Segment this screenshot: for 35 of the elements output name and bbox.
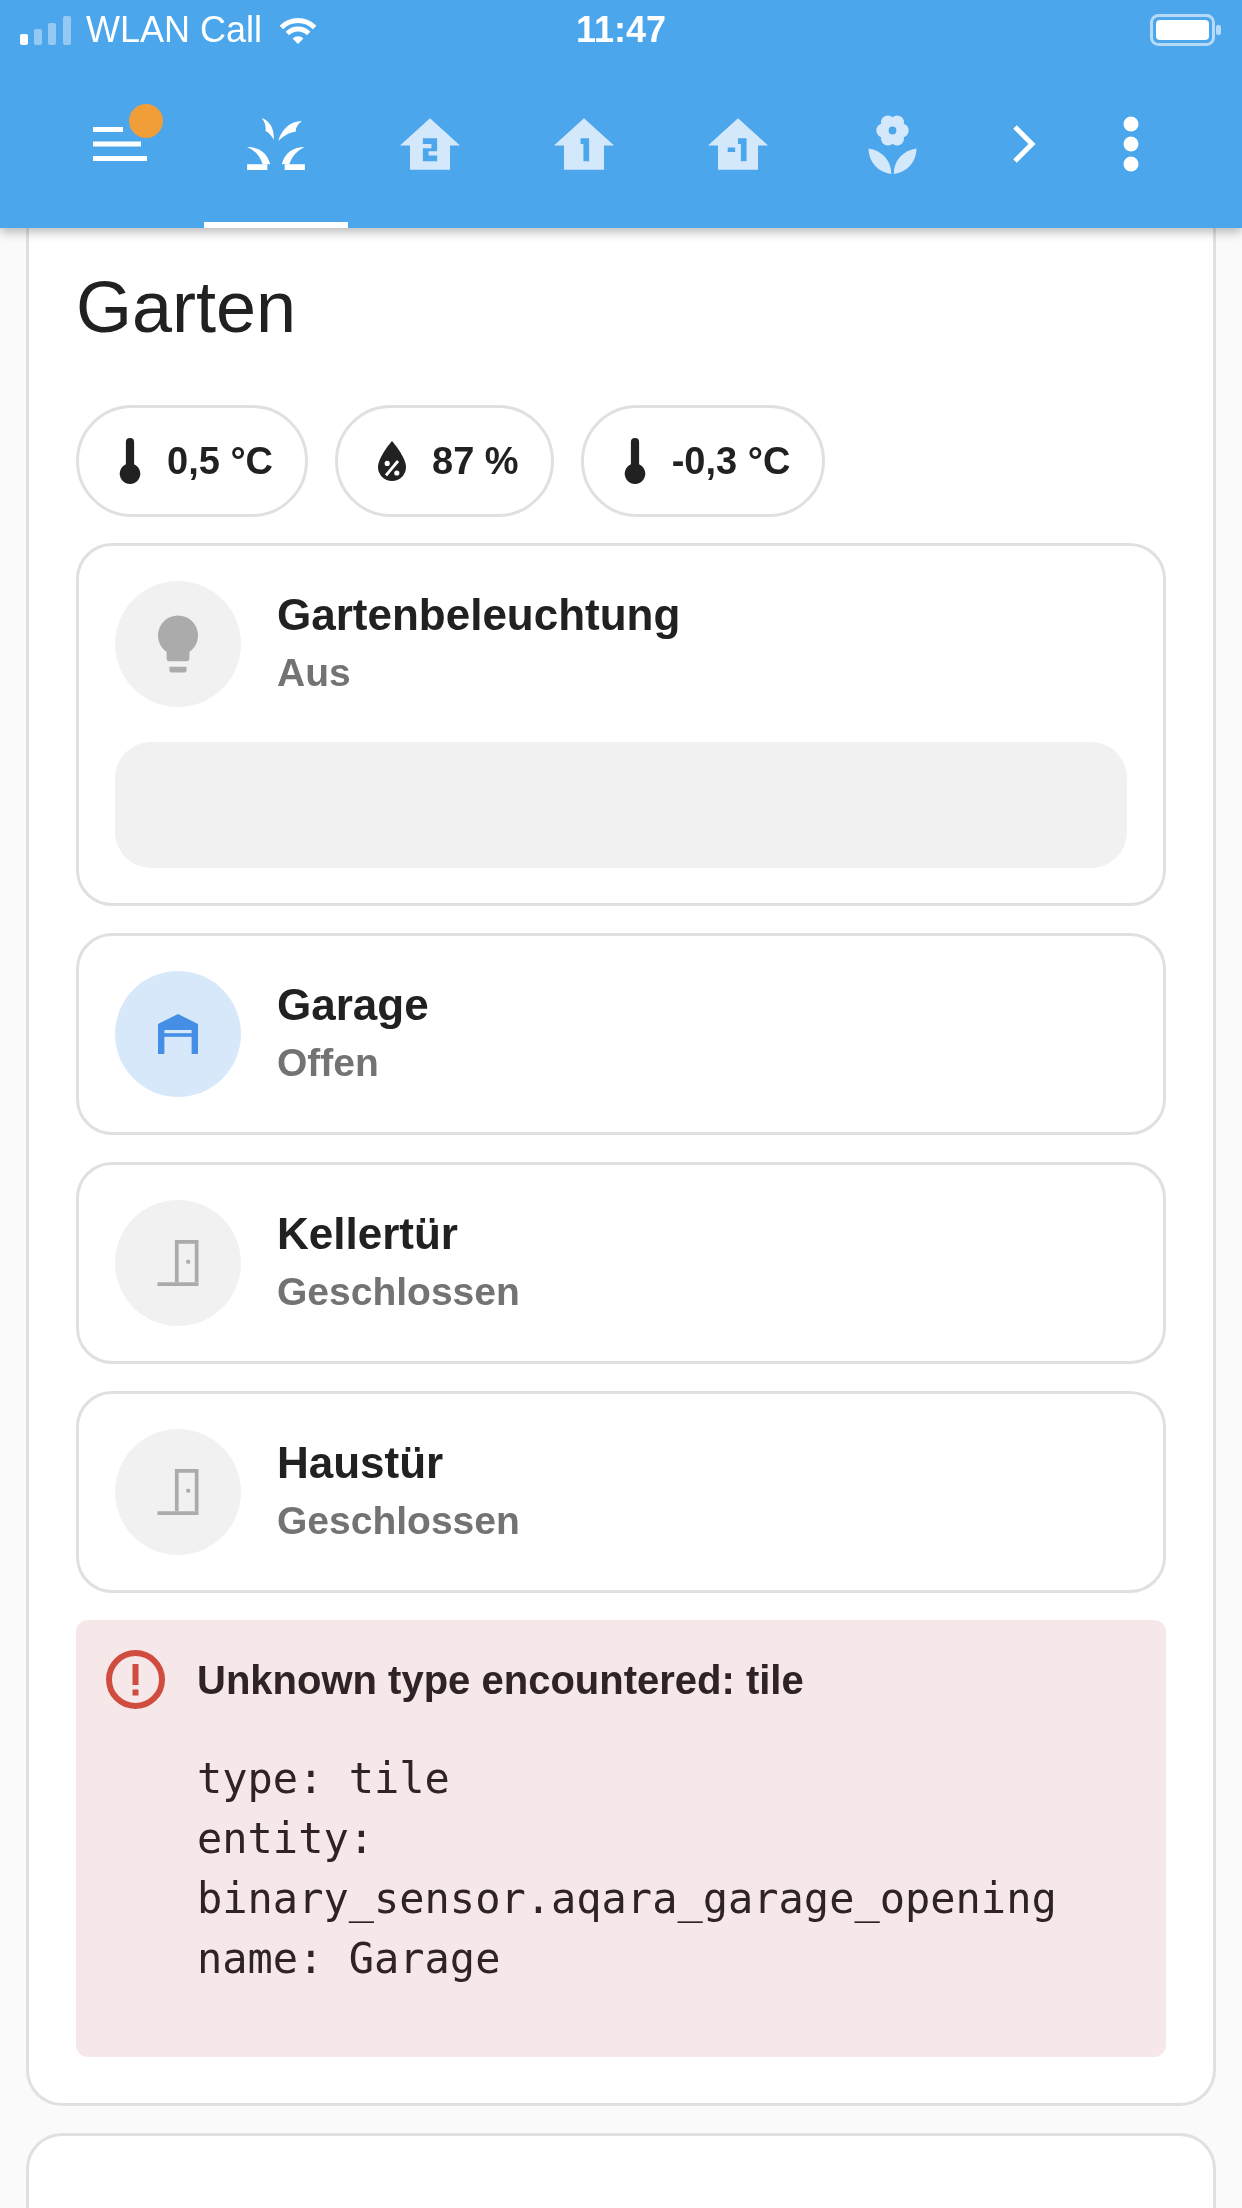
house-minus-one-icon[interactable] (708, 118, 768, 170)
house-one-icon[interactable] (554, 118, 614, 170)
sensor-chip[interactable]: 0,5 °C (76, 405, 309, 517)
tile-name: Garage (277, 979, 429, 1031)
house-two-icon[interactable] (400, 118, 460, 170)
plants-icon[interactable] (246, 118, 306, 170)
tile-card[interactable]: Haustür Geschlossen (76, 1391, 1166, 1593)
battery-icon (1150, 14, 1222, 46)
alert-circle-icon (106, 1650, 165, 1709)
tile-card[interactable]: Garage Offen (76, 933, 1166, 1135)
tile-state: Aus (277, 650, 352, 696)
more-options-icon[interactable] (1123, 116, 1139, 172)
sensor-chip[interactable]: 87 % (335, 405, 554, 517)
error-title: Unknown type encountered: tile (197, 1656, 804, 1704)
thermometer-icon (623, 438, 646, 484)
sensor-chip[interactable]: -0,3 °C (580, 405, 826, 517)
tile-name: Kellertür (277, 1208, 459, 1260)
tile-name: Haustür (277, 1437, 445, 1489)
menu-icon[interactable] (93, 127, 147, 161)
carrier-name: WLAN Call (86, 8, 263, 52)
tile-card[interactable]: Gartenbeleuchtung Aus (76, 543, 1166, 906)
thermometer-icon (119, 438, 141, 484)
tile-state: Geschlossen (277, 1269, 520, 1315)
clock-time: 11:47 (575, 8, 667, 52)
code-line: name: Garage (197, 1933, 502, 1985)
chevron-right-icon[interactable] (1012, 124, 1036, 164)
section-title: Garten (76, 266, 298, 349)
signal-icon (20, 15, 72, 45)
tile-state: Offen (277, 1040, 380, 1086)
code-line: type: tile (197, 1753, 451, 1805)
water-percent-icon (378, 441, 407, 481)
flower-icon[interactable] (866, 114, 918, 174)
tile-card[interactable]: Kellertür Geschlossen (76, 1162, 1166, 1364)
tile-state: Geschlossen (277, 1498, 520, 1544)
tile-name: Gartenbeleuchtung (277, 589, 681, 641)
